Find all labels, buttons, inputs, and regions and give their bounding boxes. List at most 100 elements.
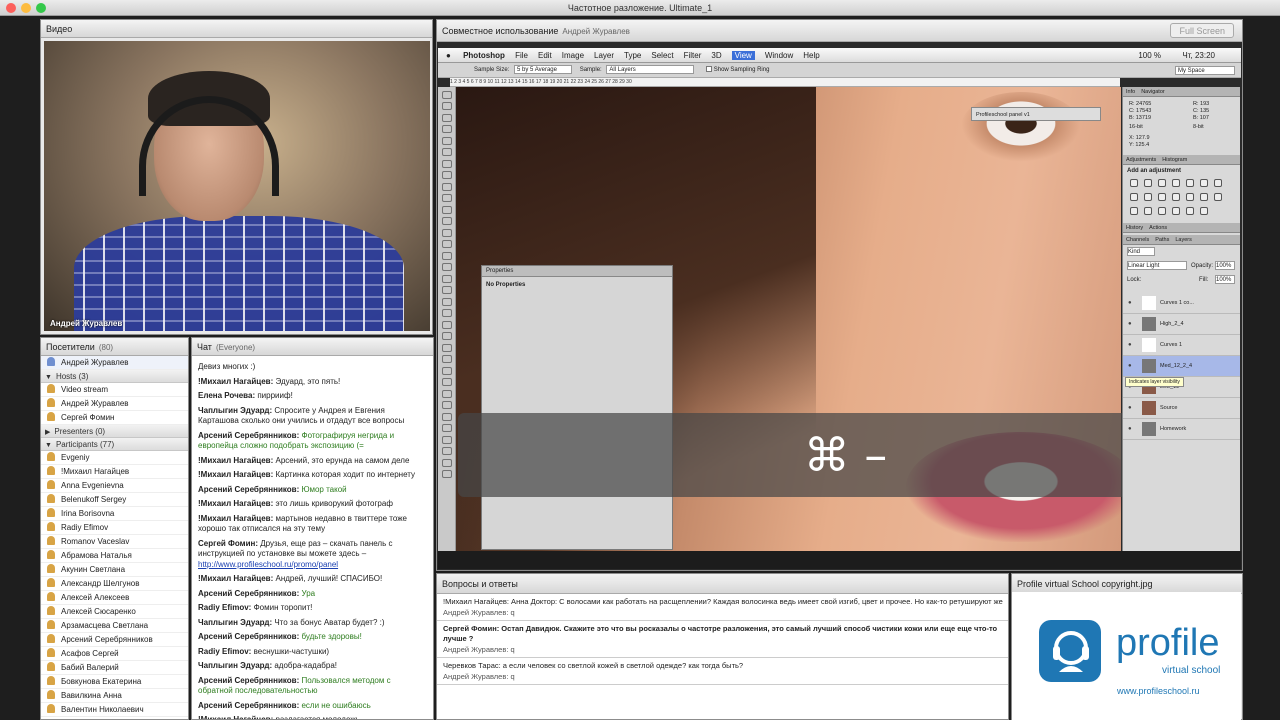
- adjustment-icon[interactable]: [1186, 207, 1194, 215]
- host-row[interactable]: Андрей Журавлев: [41, 397, 188, 411]
- adjustment-icon[interactable]: [1200, 179, 1208, 187]
- adjustment-icon[interactable]: [1144, 193, 1152, 201]
- adjustment-icon[interactable]: [1158, 207, 1166, 215]
- tool-icon[interactable]: [442, 194, 452, 202]
- tool-icon[interactable]: [442, 217, 452, 225]
- participant-row[interactable]: Александр Шелгунов: [41, 577, 188, 591]
- tool-icon[interactable]: [442, 401, 452, 409]
- tool-icon[interactable]: [442, 366, 452, 375]
- layer-row[interactable]: ● Curves 1 co...: [1123, 293, 1240, 314]
- layer-row[interactable]: ● High_2_4: [1123, 314, 1240, 335]
- participant-row[interactable]: Anna Evgenievna: [41, 479, 188, 493]
- participant-row[interactable]: Belenukoff Sergey: [41, 493, 188, 507]
- host-row[interactable]: Сергей Фомин: [41, 411, 188, 425]
- info-tab[interactable]: Navigator: [1141, 89, 1165, 95]
- participants-group[interactable]: ▼ Participants (77): [41, 438, 188, 451]
- ps-menu-type[interactable]: Type: [624, 51, 641, 60]
- chat-link[interactable]: http://www.profileschool.ru/promo/panel: [198, 560, 338, 569]
- minimize-window-button[interactable]: [21, 3, 31, 13]
- ps-app-menu[interactable]: Photoshop: [463, 51, 505, 60]
- chat-scope[interactable]: (Everyone): [216, 343, 255, 352]
- adjustment-icon[interactable]: [1200, 207, 1208, 215]
- tool-icon[interactable]: [442, 320, 452, 329]
- tool-icon[interactable]: [442, 412, 452, 421]
- adjustment-icon[interactable]: [1130, 193, 1138, 201]
- kind-select[interactable]: Kind: [1127, 247, 1155, 256]
- adjustment-icon[interactable]: [1186, 193, 1194, 201]
- ps-menu-select[interactable]: Select: [651, 51, 673, 60]
- hosts-group[interactable]: ▼ Hosts (3): [41, 370, 188, 383]
- tool-icon[interactable]: [442, 297, 452, 306]
- tool-icon[interactable]: [442, 228, 452, 237]
- sample-select[interactable]: All Layers: [606, 65, 695, 74]
- close-window-button[interactable]: [6, 3, 16, 13]
- tool-icon[interactable]: [442, 378, 452, 386]
- tool-icon[interactable]: [442, 102, 452, 110]
- visibility-eye-icon[interactable]: ●: [1128, 314, 1132, 335]
- participant-row[interactable]: Radiy Efimov: [41, 521, 188, 535]
- tool-icon[interactable]: [442, 470, 452, 478]
- ps-menu-help[interactable]: Help: [803, 51, 819, 60]
- participant-row[interactable]: Валентин Николаевич: [41, 703, 188, 717]
- layer-row[interactable]: ● Curves 1: [1123, 335, 1240, 356]
- info-tab[interactable]: Info: [1126, 89, 1135, 95]
- adjustment-icon[interactable]: [1200, 193, 1208, 201]
- adjustment-icon[interactable]: [1214, 193, 1222, 201]
- profileschool-panel[interactable]: Profileschool panel v1: [971, 107, 1101, 121]
- tool-icon[interactable]: [442, 389, 452, 398]
- fill-input[interactable]: 100%: [1215, 275, 1235, 284]
- ps-menu-image[interactable]: Image: [562, 51, 584, 60]
- qa-question[interactable]: Черевков Тарас: а если человек со светло…: [437, 658, 1008, 672]
- qa-question[interactable]: !Михаил Нагайцев: Анна Доктор: С волосам…: [437, 594, 1008, 608]
- participant-row[interactable]: Асафов Сергей: [41, 647, 188, 661]
- adjustment-icon[interactable]: [1172, 193, 1180, 201]
- layer-row[interactable]: ● Source: [1123, 398, 1240, 419]
- tool-icon[interactable]: [442, 251, 452, 260]
- tool-icon[interactable]: [442, 263, 452, 271]
- tool-icon[interactable]: [442, 343, 452, 352]
- sample-size-select[interactable]: 5 by 5 Average: [514, 65, 573, 74]
- ps-menu-layer[interactable]: Layer: [594, 51, 614, 60]
- qa-question[interactable]: Сергей Фомин: Остап Давидюк. Скажите это…: [437, 621, 1008, 645]
- visibility-eye-icon[interactable]: ●: [1128, 398, 1132, 419]
- adjustments-tab[interactable]: Histogram: [1162, 157, 1187, 163]
- tool-icon[interactable]: [442, 171, 452, 179]
- tool-icon[interactable]: [442, 435, 452, 444]
- tool-icon[interactable]: [442, 136, 452, 145]
- layers-tab[interactable]: Channels: [1126, 237, 1149, 243]
- participant-row[interactable]: Алексей Сюсаренко: [41, 605, 188, 619]
- tool-icon[interactable]: [442, 355, 452, 363]
- adjustment-icon[interactable]: [1130, 179, 1138, 187]
- adjustment-icon[interactable]: [1172, 179, 1180, 187]
- visibility-eye-icon[interactable]: ●: [1128, 356, 1132, 377]
- visibility-eye-icon[interactable]: ●: [1128, 335, 1132, 356]
- layer-row[interactable]: ● Homework: [1123, 419, 1240, 440]
- show-ring-checkbox[interactable]: [706, 66, 713, 72]
- blend-mode-select[interactable]: Linear Light: [1127, 261, 1187, 270]
- participant-row[interactable]: Арзамасцева Светлана: [41, 619, 188, 633]
- apple-icon[interactable]: ●: [446, 51, 451, 60]
- adjustment-icon[interactable]: [1144, 179, 1152, 187]
- participant-row[interactable]: Evgeniy: [41, 451, 188, 465]
- participant-row[interactable]: Вавилкина Анна: [41, 689, 188, 703]
- tool-icon[interactable]: [442, 159, 452, 168]
- layers-tab[interactable]: Layers: [1175, 237, 1192, 243]
- tool-icon[interactable]: [442, 182, 452, 191]
- workspace-select[interactable]: My Space: [1175, 66, 1235, 75]
- ps-menu-filter[interactable]: Filter: [684, 51, 702, 60]
- adjustment-icon[interactable]: [1214, 179, 1222, 187]
- participant-row[interactable]: Бовкунова Екатерина: [41, 675, 188, 689]
- participant-row[interactable]: Арсений Серебрянников: [41, 633, 188, 647]
- ps-menu-window[interactable]: Window: [765, 51, 793, 60]
- tool-icon[interactable]: [442, 447, 452, 455]
- visibility-eye-icon[interactable]: ●: [1128, 293, 1132, 314]
- tool-icon[interactable]: [442, 286, 452, 294]
- ps-menu-3d[interactable]: 3D: [711, 51, 721, 60]
- layers-tab[interactable]: Paths: [1155, 237, 1169, 243]
- adjustment-icon[interactable]: [1158, 179, 1166, 187]
- tool-icon[interactable]: [442, 309, 452, 317]
- participant-row[interactable]: Romanov Vaceslav: [41, 535, 188, 549]
- tool-icon[interactable]: [442, 148, 452, 156]
- full-screen-button[interactable]: Full Screen: [1170, 23, 1234, 38]
- ps-menu-file[interactable]: File: [515, 51, 528, 60]
